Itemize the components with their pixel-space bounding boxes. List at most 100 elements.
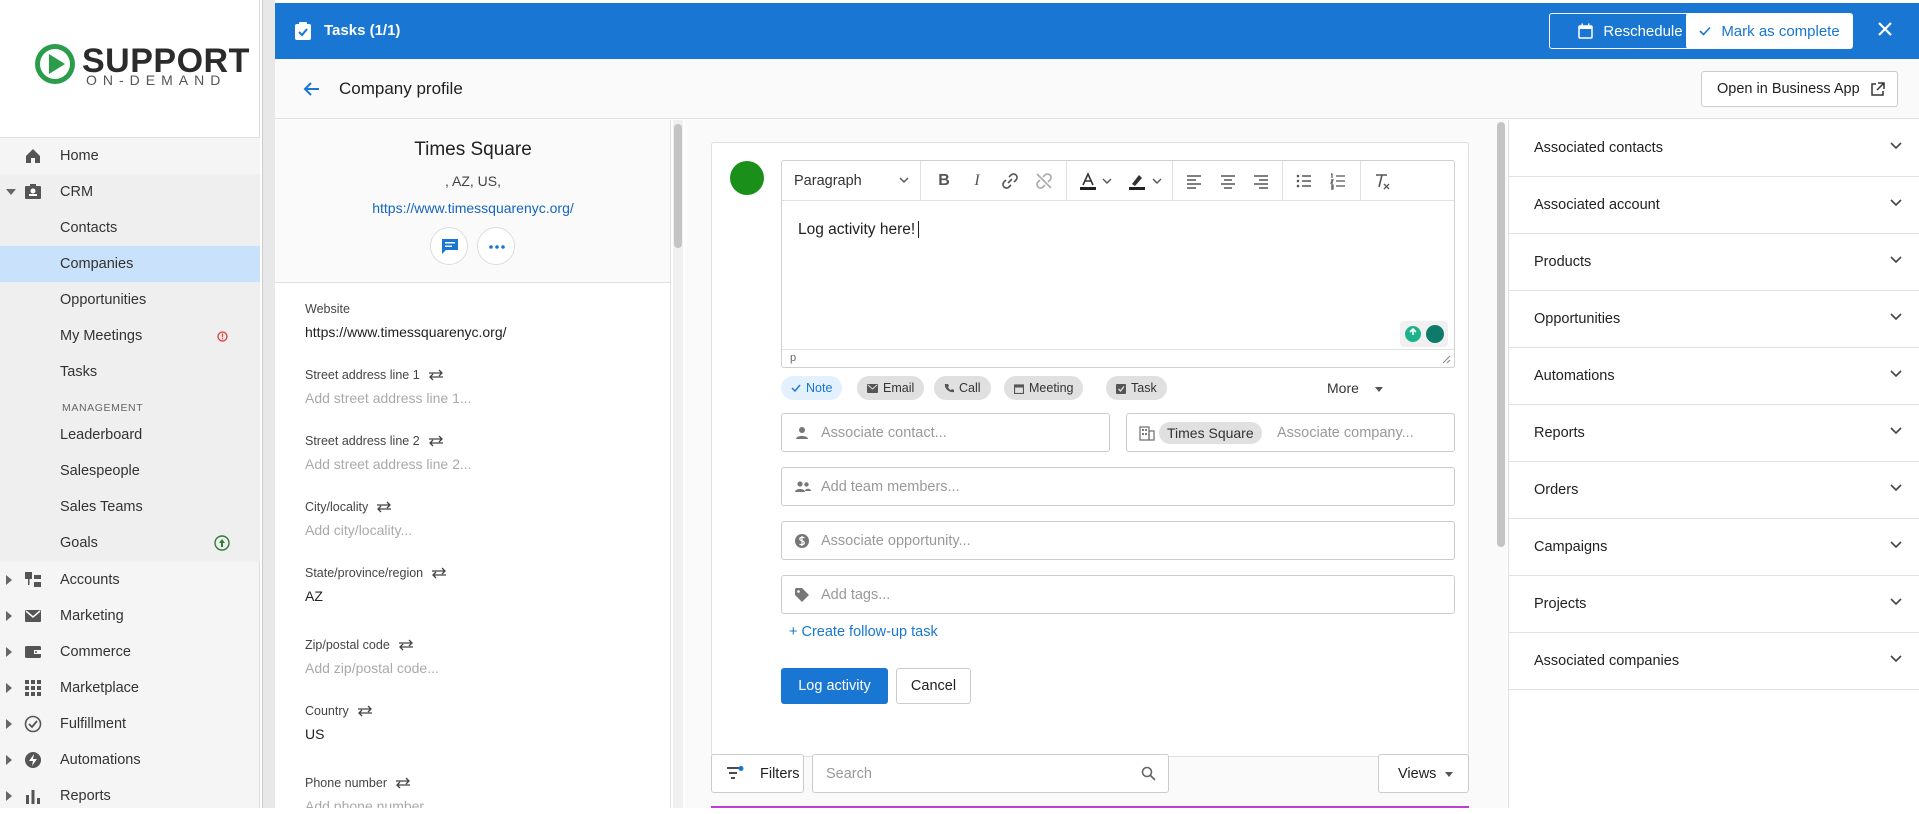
align-center-icon[interactable] bbox=[1218, 171, 1238, 191]
scrollbar-thumb[interactable] bbox=[674, 124, 682, 248]
close-icon[interactable] bbox=[1875, 19, 1895, 39]
highlight-icon[interactable] bbox=[1127, 171, 1147, 191]
nav-marketplace[interactable]: Marketplace bbox=[0, 670, 260, 706]
rich-text-editor[interactable]: Paragraph B I Log activity here! p bbox=[781, 160, 1455, 368]
chevron-down-icon[interactable] bbox=[1152, 178, 1162, 185]
link-icon[interactable] bbox=[1000, 171, 1020, 191]
mark-complete-button[interactable]: Mark as complete bbox=[1686, 13, 1853, 49]
panel-divider[interactable] bbox=[262, 0, 275, 808]
goal-up-icon bbox=[214, 535, 230, 551]
street2-field[interactable]: Street address line 2 Add street address… bbox=[305, 434, 472, 472]
profile-scrollbar[interactable] bbox=[673, 120, 683, 808]
chevron-down-icon bbox=[1890, 484, 1902, 492]
nav-companies[interactable]: Companies bbox=[0, 246, 260, 282]
team-members-input[interactable]: Add team members... bbox=[781, 467, 1455, 506]
nav-salespeople[interactable]: Salespeople bbox=[0, 453, 260, 489]
block-format-dropdown[interactable]: Paragraph bbox=[794, 173, 862, 189]
nav-leaderboard[interactable]: Leaderboard bbox=[0, 417, 260, 453]
create-follow-up-link[interactable]: + Create follow-up task bbox=[789, 624, 938, 640]
team-members-placeholder: Add team members... bbox=[821, 478, 960, 495]
bold-icon[interactable]: B bbox=[934, 171, 954, 191]
nav-commerce[interactable]: Commerce bbox=[0, 634, 260, 670]
chevron-right-icon bbox=[6, 791, 12, 801]
views-dropdown[interactable]: Views bbox=[1378, 754, 1469, 793]
accordion-projects[interactable]: Projects bbox=[1509, 576, 1919, 633]
numbered-list-icon[interactable] bbox=[1328, 171, 1348, 191]
accordion-campaigns[interactable]: Campaigns bbox=[1509, 519, 1919, 576]
scrollbar-thumb[interactable] bbox=[1497, 122, 1505, 547]
tag-icon bbox=[795, 588, 809, 602]
chip-meeting-label: Meeting bbox=[1029, 381, 1074, 395]
nav-opportunities[interactable]: Opportunities bbox=[0, 282, 260, 318]
log-activity-button[interactable]: Log activity bbox=[781, 668, 888, 704]
accordion-associated-contacts[interactable]: Associated contacts bbox=[1509, 120, 1919, 177]
chat-button[interactable] bbox=[430, 227, 468, 265]
chip-meeting[interactable]: Meeting bbox=[1004, 376, 1084, 400]
more-dropdown[interactable]: More bbox=[1327, 380, 1383, 396]
associate-contact-input[interactable]: Associate contact... bbox=[781, 413, 1110, 452]
nav-accounts[interactable]: Accounts bbox=[0, 562, 260, 598]
chevron-right-icon bbox=[6, 647, 12, 657]
country-field[interactable]: Country US bbox=[305, 704, 373, 742]
nav-sales-teams[interactable]: Sales Teams bbox=[0, 489, 260, 525]
filters-button[interactable]: Filters bbox=[711, 754, 804, 793]
phone-field[interactable]: Phone number Add phone number... bbox=[305, 776, 435, 808]
state-field[interactable]: State/province/region AZ bbox=[305, 566, 447, 604]
city-field[interactable]: City/locality Add city/locality... bbox=[305, 500, 412, 538]
accordion-associated-account[interactable]: Associated account bbox=[1509, 177, 1919, 234]
nav-crm[interactable]: CRM bbox=[0, 174, 260, 210]
tags-input[interactable]: Add tags... bbox=[781, 575, 1455, 614]
activity-scrollbar[interactable] bbox=[1495, 120, 1507, 808]
open-in-business-app-button[interactable]: Open in Business App bbox=[1701, 71, 1898, 107]
resize-handle-icon[interactable] bbox=[1442, 355, 1451, 364]
nav-home[interactable]: Home bbox=[0, 138, 260, 174]
chip-call[interactable]: Call bbox=[934, 376, 991, 400]
search-placeholder: Search bbox=[826, 765, 872, 782]
sync-arrows-icon bbox=[428, 435, 443, 447]
align-left-icon[interactable] bbox=[1184, 171, 1204, 191]
chip-email[interactable]: Email bbox=[857, 376, 925, 400]
nav-tasks[interactable]: Tasks bbox=[0, 354, 260, 390]
company-summary: Times Square , AZ, US, https://www.times… bbox=[275, 120, 670, 283]
associate-company-input[interactable]: Times Square Associate company... bbox=[1126, 413, 1455, 452]
nav-goals-label: Goals bbox=[60, 535, 98, 551]
accordion-opportunities[interactable]: Opportunities bbox=[1509, 291, 1919, 348]
accordion-reports[interactable]: Reports bbox=[1509, 405, 1919, 462]
chevron-down-icon[interactable] bbox=[1102, 178, 1112, 185]
task-title: Tasks (1/1) bbox=[324, 22, 401, 39]
nav-reports[interactable]: Reports bbox=[0, 778, 260, 814]
accordion-automations[interactable]: Automations bbox=[1509, 348, 1919, 405]
nav-automations[interactable]: Automations bbox=[0, 742, 260, 778]
company-url-link[interactable]: https://www.timessquarenyc.org/ bbox=[275, 200, 670, 216]
nav-my-meetings[interactable]: My Meetings bbox=[0, 318, 260, 354]
street1-field[interactable]: Street address line 1 Add street address… bbox=[305, 368, 472, 406]
accordion-associated-companies[interactable]: Associated companies bbox=[1509, 633, 1919, 690]
zip-field[interactable]: Zip/postal code Add zip/postal code... bbox=[305, 638, 439, 676]
italic-icon[interactable]: I bbox=[967, 171, 987, 191]
nav-contacts[interactable]: Contacts bbox=[0, 210, 260, 246]
editor-content[interactable]: Log activity here! bbox=[798, 221, 920, 239]
nav-marketing[interactable]: Marketing bbox=[0, 598, 260, 634]
more-options-button[interactable] bbox=[477, 227, 515, 265]
chevron-down-icon[interactable] bbox=[899, 177, 909, 184]
website-field[interactable]: Website https://www.timessquarenyc.org/ bbox=[305, 302, 507, 340]
sync-arrows-icon bbox=[396, 777, 411, 789]
nav-fulfillment[interactable]: Fulfillment bbox=[0, 706, 260, 742]
accordion-orders[interactable]: Orders bbox=[1509, 462, 1919, 519]
bullet-list-icon[interactable] bbox=[1294, 171, 1314, 191]
align-right-icon[interactable] bbox=[1251, 171, 1271, 191]
clear-format-icon[interactable] bbox=[1372, 171, 1392, 191]
unlink-icon[interactable] bbox=[1034, 171, 1054, 191]
nav-goals[interactable]: Goals bbox=[0, 525, 260, 561]
logo[interactable]: SUPPORT ON-DEMAND bbox=[0, 0, 259, 138]
arrow-back-icon[interactable] bbox=[303, 80, 321, 98]
associate-opportunity-input[interactable]: Associate opportunity... bbox=[781, 521, 1455, 560]
company-chip[interactable]: Times Square bbox=[1159, 422, 1262, 444]
chip-note[interactable]: Note bbox=[781, 376, 843, 400]
grammar-assistant-icon[interactable] bbox=[1400, 321, 1448, 347]
accordion-products[interactable]: Products bbox=[1509, 234, 1919, 291]
search-input[interactable]: Search bbox=[812, 754, 1169, 793]
text-color-icon[interactable] bbox=[1078, 171, 1098, 191]
chip-task[interactable]: Task bbox=[1106, 376, 1167, 400]
cancel-button[interactable]: Cancel bbox=[896, 668, 971, 704]
